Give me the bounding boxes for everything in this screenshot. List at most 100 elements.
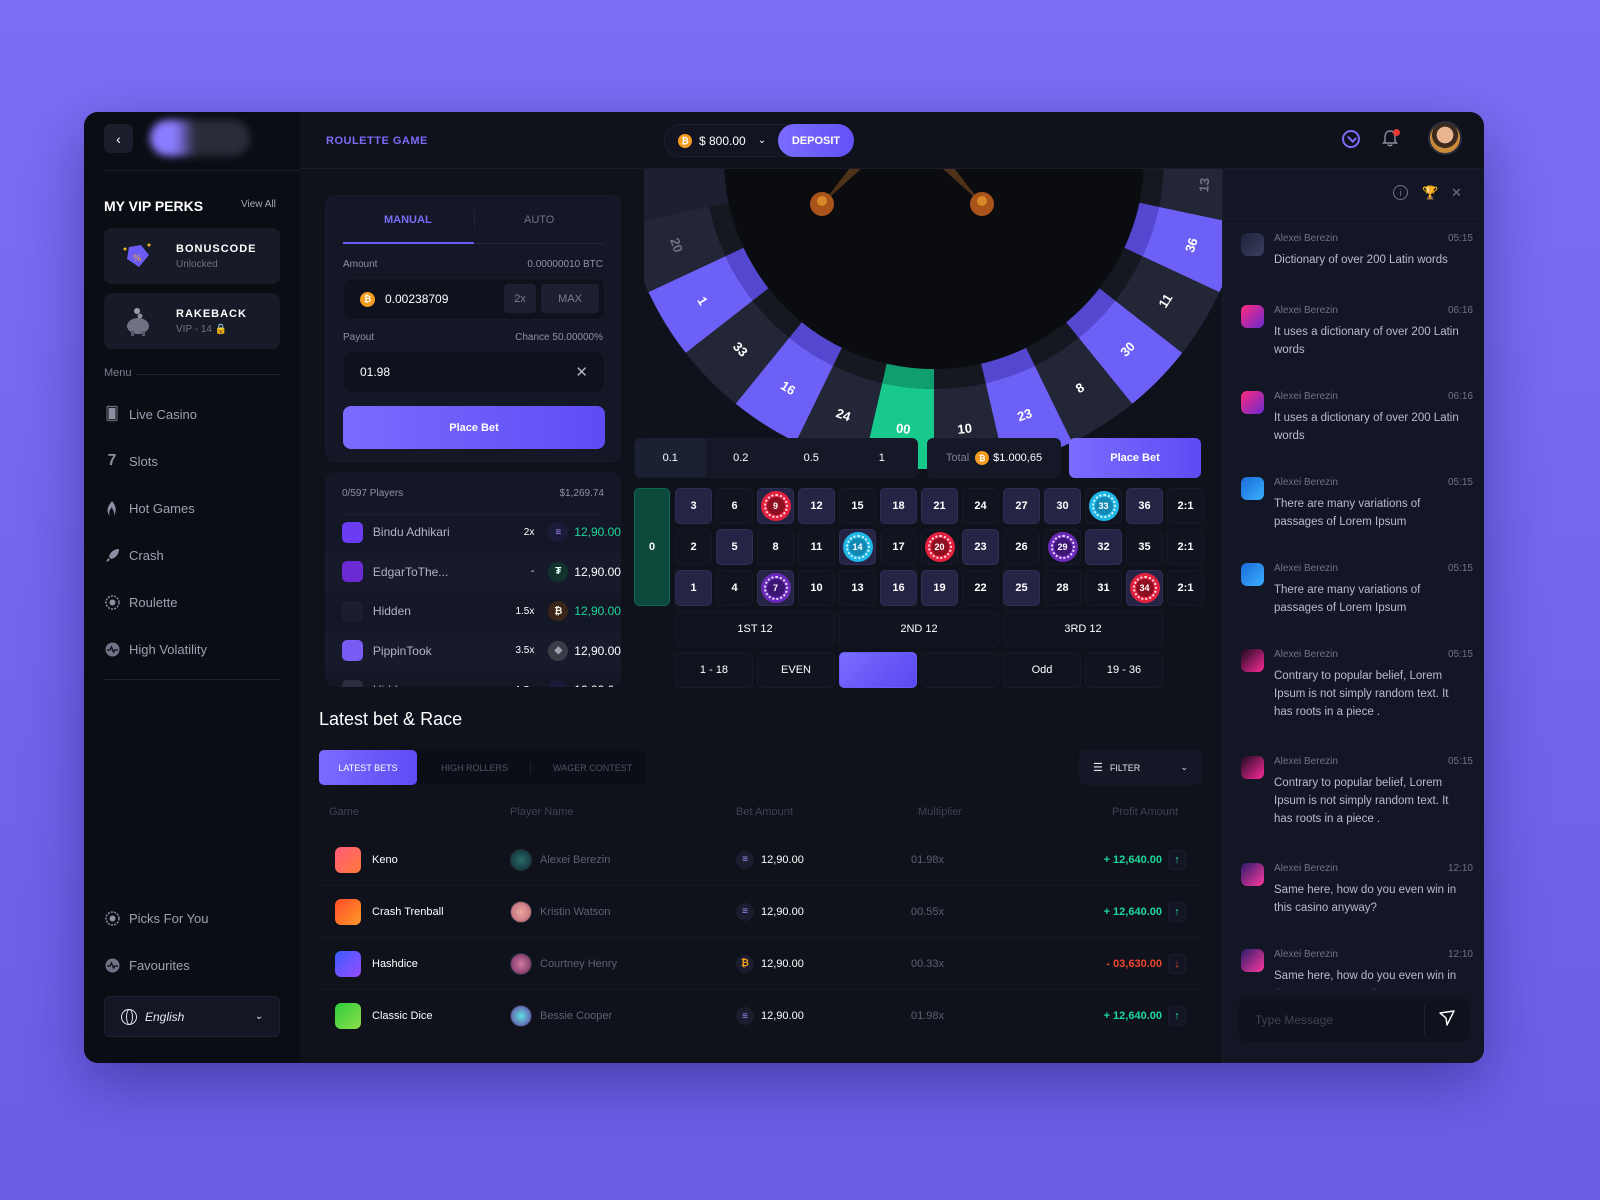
tab-auto[interactable]: AUTO — [524, 214, 554, 226]
chip-option[interactable]: 0.5 — [776, 439, 847, 477]
message-input[interactable] — [1255, 1012, 1415, 1027]
board-cell[interactable]: 26 — [1003, 529, 1040, 565]
player-multiplier: 1.5x — [494, 685, 534, 688]
language-select[interactable]: English ⌄ — [104, 996, 280, 1037]
board-cell[interactable]: 3 — [675, 488, 712, 524]
tab-latest-bets[interactable]: LATEST BETS — [319, 750, 417, 785]
outside-bet[interactable]: EVEN — [757, 652, 835, 688]
table-row[interactable]: Crash Trenball Kristin Watson ≡ 12,90.00 00.… — [319, 886, 1202, 938]
table-row[interactable]: Classic Dice Bessie Cooper ≡ 12,90.00 01.98x… — [319, 990, 1202, 1042]
amount-field[interactable]: ₿ 0.00238709 2x MAX — [343, 278, 605, 320]
board-cell[interactable]: 25 — [1003, 570, 1040, 606]
column-bet[interactable]: 2:1 — [1167, 529, 1204, 565]
board-cell[interactable]: 19 — [921, 570, 958, 606]
board-cell[interactable]: 30 — [1044, 488, 1081, 524]
chip-option[interactable]: 0.2 — [706, 439, 777, 477]
tab-manual[interactable]: MANUAL — [384, 214, 432, 226]
double-button[interactable]: 2x — [504, 284, 536, 313]
board-cell[interactable]: 2 — [675, 529, 712, 565]
place-bet-button[interactable]: Place Bet — [343, 406, 605, 449]
board-cell[interactable]: 15 — [839, 488, 876, 524]
wallet-balance-selector[interactable]: ₿ $ 800.00 ⌄ DEPOSIT — [664, 124, 854, 157]
board-cell[interactable]: 7 — [757, 570, 794, 606]
btc-coin-icon: ₿ — [548, 601, 569, 621]
column-bet[interactable]: 2:1 — [1167, 570, 1204, 606]
board-cell[interactable]: 35 — [1126, 529, 1163, 565]
dozen-bet[interactable]: 1ST 12 — [675, 611, 835, 647]
clear-icon[interactable]: ✕ — [575, 363, 588, 381]
chip-option[interactable]: 0.1 — [635, 439, 706, 477]
outside-bet[interactable]: 1 - 18 — [675, 652, 753, 688]
max-button[interactable]: MAX — [541, 284, 599, 313]
perk-bonuscode[interactable]: % BONUSCODE Unlocked — [104, 228, 280, 284]
column-bet[interactable]: 2:1 — [1167, 488, 1204, 524]
outside-bet[interactable]: Odd — [1003, 652, 1081, 688]
balance-amount: $ 800.00 — [699, 133, 746, 148]
board-zero[interactable]: 0 — [634, 488, 670, 606]
chat-avatar — [1241, 563, 1264, 586]
board-cell[interactable]: 14 — [839, 529, 876, 565]
board-cell[interactable]: 28 — [1044, 570, 1081, 606]
board-cell[interactable]: 4 — [716, 570, 753, 606]
sidebar-item-live-casino[interactable]: 🂠 Live Casino — [104, 406, 197, 422]
sidebar-item-hot-games[interactable]: Hot Games — [104, 500, 195, 516]
filter-dropdown[interactable]: ☰ FILTER ⌄ — [1079, 750, 1202, 785]
board-cell[interactable]: 11 — [798, 529, 835, 565]
board-cell[interactable]: 6 — [716, 488, 753, 524]
board-cell[interactable]: 22 — [962, 570, 999, 606]
board-cell[interactable]: 1 — [675, 570, 712, 606]
dozen-bet[interactable]: 3RD 12 — [1003, 611, 1163, 647]
place-bet-board-button[interactable]: Place Bet — [1069, 438, 1201, 478]
board-cell[interactable]: 20 — [921, 529, 958, 565]
board-cell[interactable]: 9 — [757, 488, 794, 524]
board-cell[interactable]: 13 — [839, 570, 876, 606]
board-cell[interactable]: 29 — [1044, 529, 1081, 565]
send-icon[interactable] — [1425, 1010, 1469, 1029]
sidebar-item-high-volatility[interactable]: High Volatility — [104, 641, 207, 657]
board-cell[interactable]: 34 — [1126, 570, 1163, 606]
board-cell[interactable]: 21 — [921, 488, 958, 524]
board-cell[interactable]: 27 — [1003, 488, 1040, 524]
tab-high-rollers[interactable]: HIGH ROLLERS — [441, 763, 508, 773]
payout-field[interactable]: 01.98 ✕ — [343, 351, 605, 393]
outside-bet[interactable]: 19 - 36 — [1085, 652, 1163, 688]
sidebar-item-picks-for-you[interactable]: Picks For You — [104, 910, 209, 926]
user-avatar[interactable] — [1428, 121, 1462, 155]
board-cell-number: 36 — [1138, 500, 1151, 512]
view-all-link[interactable]: View All — [241, 199, 276, 210]
back-button[interactable]: ‹ — [104, 124, 133, 153]
chat-timestamp: 12:10 — [1447, 863, 1473, 874]
board-cell[interactable]: 12 — [798, 488, 835, 524]
sidebar-item-favourites[interactable]: Favourites — [104, 957, 190, 973]
sidebar-item-roulette[interactable]: Roulette — [104, 594, 177, 610]
dozen-bet[interactable]: 2ND 12 — [839, 611, 999, 647]
player-name: Hidden — [372, 604, 411, 618]
player-multiplier: 3.5x — [515, 645, 535, 656]
board-cell[interactable]: 17 — [880, 529, 917, 565]
table-row[interactable]: Hashdice Courtney Henry ₿ 12,90.00 00.33x - 0… — [319, 938, 1202, 990]
chat-toggle-icon[interactable] — [1342, 130, 1360, 148]
outside-bet[interactable] — [921, 652, 999, 688]
btc-coin-icon: ₿ — [736, 954, 754, 973]
deposit-button[interactable]: DEPOSIT — [778, 124, 854, 157]
sidebar-item-slots[interactable]: 7 Slots — [104, 452, 158, 469]
board-cell[interactable]: 32 — [1085, 529, 1122, 565]
outside-bet[interactable] — [839, 652, 917, 688]
board-cell[interactable]: 31 — [1085, 570, 1122, 606]
board-cell[interactable]: 33 — [1085, 488, 1122, 524]
board-cell[interactable]: 8 — [757, 529, 794, 565]
tab-wager-contest[interactable]: WAGER CONTEST — [553, 763, 632, 773]
chip-option[interactable]: 1 — [847, 439, 918, 477]
board-cell[interactable]: 10 — [798, 570, 835, 606]
perk-rakeback[interactable]: RAKEBACK VIP - 14 🔒 — [104, 293, 280, 349]
chat-fade — [1223, 981, 1484, 991]
board-cell[interactable]: 16 — [880, 570, 917, 606]
board-cell[interactable]: 23 — [962, 529, 999, 565]
board-cell[interactable]: 24 — [962, 488, 999, 524]
board-cell[interactable]: 18 — [880, 488, 917, 524]
board-cell[interactable]: 36 — [1126, 488, 1163, 524]
table-row[interactable]: Keno Alexei Berezin ≡ 12,90.00 01.98x + 12,64… — [319, 834, 1202, 886]
board-cell[interactable]: 5 — [716, 529, 753, 565]
sidebar-item-crash[interactable]: Crash — [104, 547, 164, 563]
divider — [104, 679, 280, 680]
